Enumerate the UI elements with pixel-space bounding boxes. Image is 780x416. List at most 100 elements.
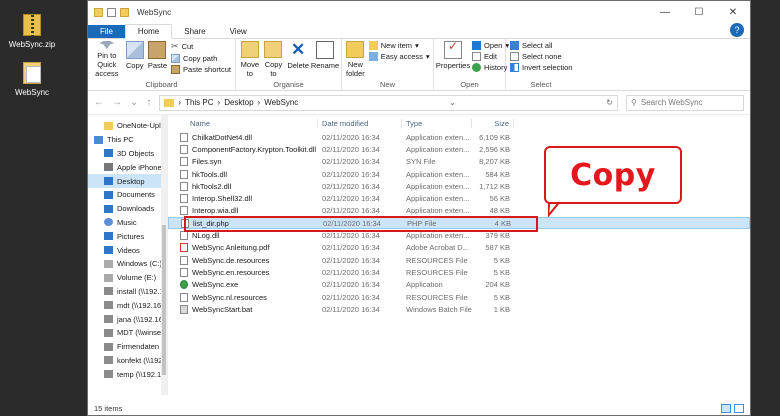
copy-button[interactable]: Copy [125, 41, 144, 78]
nav-item[interactable]: This PC [88, 133, 167, 147]
desktop-icon-websync[interactable]: WebSync [2, 62, 62, 97]
search-input[interactable]: ⚲ Search WebSync [626, 94, 744, 111]
group-label: Clipboard [145, 80, 178, 89]
file-row[interactable]: WebSync.en.resources 02/11/2020 16:34 RESO… [168, 266, 750, 278]
breadcrumb-desktop[interactable]: Desktop [224, 98, 253, 107]
up-arrow-icon[interactable]: ↑ [146, 97, 151, 108]
nav-item-label: Desktop [117, 176, 145, 186]
refresh-icon[interactable]: ↻ [606, 98, 613, 107]
dll-file-icon [180, 194, 188, 204]
file-date: 02/11/2020 16:34 [322, 255, 380, 265]
nav-item[interactable]: mdt (\\192.168.2 [88, 298, 167, 312]
new-folder-quick-icon[interactable] [120, 7, 129, 17]
file-name: NLog.dll [192, 231, 220, 241]
column-header-name[interactable]: Name [168, 118, 318, 128]
paste-button[interactable]: Paste [148, 41, 167, 78]
nav-scrollbar[interactable] [161, 115, 167, 395]
tab-share[interactable]: Share [172, 25, 217, 38]
new-item-button[interactable]: New item ▾ [368, 41, 430, 50]
music-icon [104, 218, 113, 227]
file-type: Application exten... [406, 132, 470, 142]
nav-item[interactable]: Apple iPhone [88, 160, 167, 174]
net2-icon [104, 287, 113, 296]
file-row[interactable]: WebSync.nl.resources 02/11/2020 16:34 RESO… [168, 291, 750, 303]
breadcrumb-this-pc[interactable]: This PC [185, 98, 213, 107]
details-view-icon[interactable] [721, 403, 731, 413]
nav-item[interactable]: temp (\\192.168.2 [88, 367, 167, 381]
rename-button[interactable]: Rename [311, 41, 339, 78]
breadcrumb-websync[interactable]: WebSync [264, 98, 298, 107]
back-arrow-icon[interactable]: ← [94, 97, 104, 108]
properties-quick-icon[interactable] [107, 7, 116, 17]
net2-icon [104, 315, 113, 324]
column-header-size[interactable]: Size [472, 118, 514, 128]
pin-icon [99, 41, 115, 49]
pdf-file-icon [180, 243, 188, 253]
copy-to-button[interactable]: Copy to [264, 41, 284, 78]
minimize-button[interactable]: — [648, 7, 682, 18]
nav-item[interactable]: Windows (C:) [88, 257, 167, 271]
large-icons-view-icon[interactable] [734, 403, 744, 413]
forward-arrow-icon[interactable]: → [112, 97, 122, 108]
file-size: 587 KB [485, 243, 510, 253]
easy-access-icon [368, 52, 378, 61]
edit-button[interactable]: Edit [472, 52, 509, 61]
invert-selection-button[interactable]: Invert selection [510, 63, 572, 72]
tab-file[interactable]: File [88, 25, 125, 38]
new-item-icon [368, 41, 378, 50]
nav-item[interactable]: Pictures [88, 229, 167, 243]
nav-item[interactable]: jana (\\192.168.2 [88, 312, 167, 326]
pin-quick-access-button[interactable]: Pin to Quick access [92, 41, 122, 78]
file-file-icon [180, 267, 188, 277]
file-name: ComponentFactory.Krypton.Toolkit.dll [192, 144, 317, 154]
nav-item[interactable]: Documents [88, 188, 167, 202]
copy-to-icon [264, 41, 283, 58]
nav-item-label: Videos [117, 245, 140, 255]
open-button[interactable]: Open ▾ [472, 41, 509, 50]
column-headers: Name Date modified Type Size [168, 115, 750, 131]
nav-item[interactable]: konfekt (\\192.16 [88, 354, 167, 368]
paste-shortcut-button[interactable]: Paste shortcut [171, 65, 231, 74]
file-date: 02/11/2020 16:34 [322, 206, 380, 216]
file-row[interactable]: WebSync.de.resources 02/11/2020 16:34 RESO… [168, 254, 750, 266]
new-folder-button[interactable]: New folder [346, 41, 365, 78]
recent-chevron-icon[interactable]: ⌄ [130, 97, 138, 108]
folder-icon [104, 121, 113, 130]
properties-button[interactable]: Properties [436, 41, 470, 78]
file-row[interactable]: WebSync Anleitung.pdf 02/11/2020 16:34 Ado… [168, 242, 750, 254]
move-to-button[interactable]: Move to [240, 41, 260, 78]
address-dropdown-icon[interactable]: ⌄ [449, 98, 456, 107]
desktop-icon-websync-zip[interactable]: WebSync.zip [2, 14, 62, 49]
file-row[interactable]: WebSyncStart.bat 02/11/2020 16:34 Windows … [168, 303, 750, 315]
close-button[interactable]: ✕ [716, 7, 750, 18]
history-button[interactable]: History [472, 63, 509, 72]
delete-button[interactable]: ✕ Delete [287, 41, 309, 78]
file-row[interactable]: WebSync.exe 02/11/2020 16:34 Application 20… [168, 279, 750, 291]
nav-item[interactable] [88, 381, 167, 395]
column-header-type[interactable]: Type [402, 118, 472, 128]
tab-home[interactable]: Home [124, 24, 173, 39]
desktop-icon-label: WebSync [14, 88, 50, 97]
select-all-button[interactable]: Select all [510, 41, 572, 50]
nav-item[interactable]: MDT (\\winserve [88, 326, 167, 340]
nav-item[interactable]: Firmendaten (\\ [88, 340, 167, 354]
tab-view[interactable]: View [218, 25, 259, 38]
nav-item[interactable]: install (\\192.168.2 [88, 285, 167, 299]
file-row[interactable]: ChilkatDotNet4.dll 02/11/2020 16:34 Applic… [168, 131, 750, 143]
select-none-button[interactable]: Select none [510, 52, 572, 61]
nav-item[interactable]: OneNote-Uploa [88, 119, 167, 133]
nav-item[interactable]: Music [88, 216, 167, 230]
nav-item[interactable]: Volume (E:) [88, 271, 167, 285]
nav-item[interactable]: Videos [88, 243, 167, 257]
copy-path-button[interactable]: Copy path [171, 54, 231, 63]
address-bar[interactable]: › This PC › Desktop › WebSync ⌄ ↻ [159, 94, 618, 111]
help-icon[interactable]: ? [730, 23, 744, 37]
nav-item[interactable]: 3D Objects [88, 147, 167, 161]
cut-button[interactable]: ✂ Cut [171, 41, 231, 52]
column-header-date[interactable]: Date modified [318, 118, 402, 128]
maximize-button[interactable]: ☐ [682, 7, 716, 18]
nav-item[interactable]: Desktop [88, 174, 167, 188]
folder-icon [164, 98, 175, 107]
easy-access-button[interactable]: Easy access ▾ [368, 52, 430, 61]
nav-item[interactable]: Downloads [88, 202, 167, 216]
